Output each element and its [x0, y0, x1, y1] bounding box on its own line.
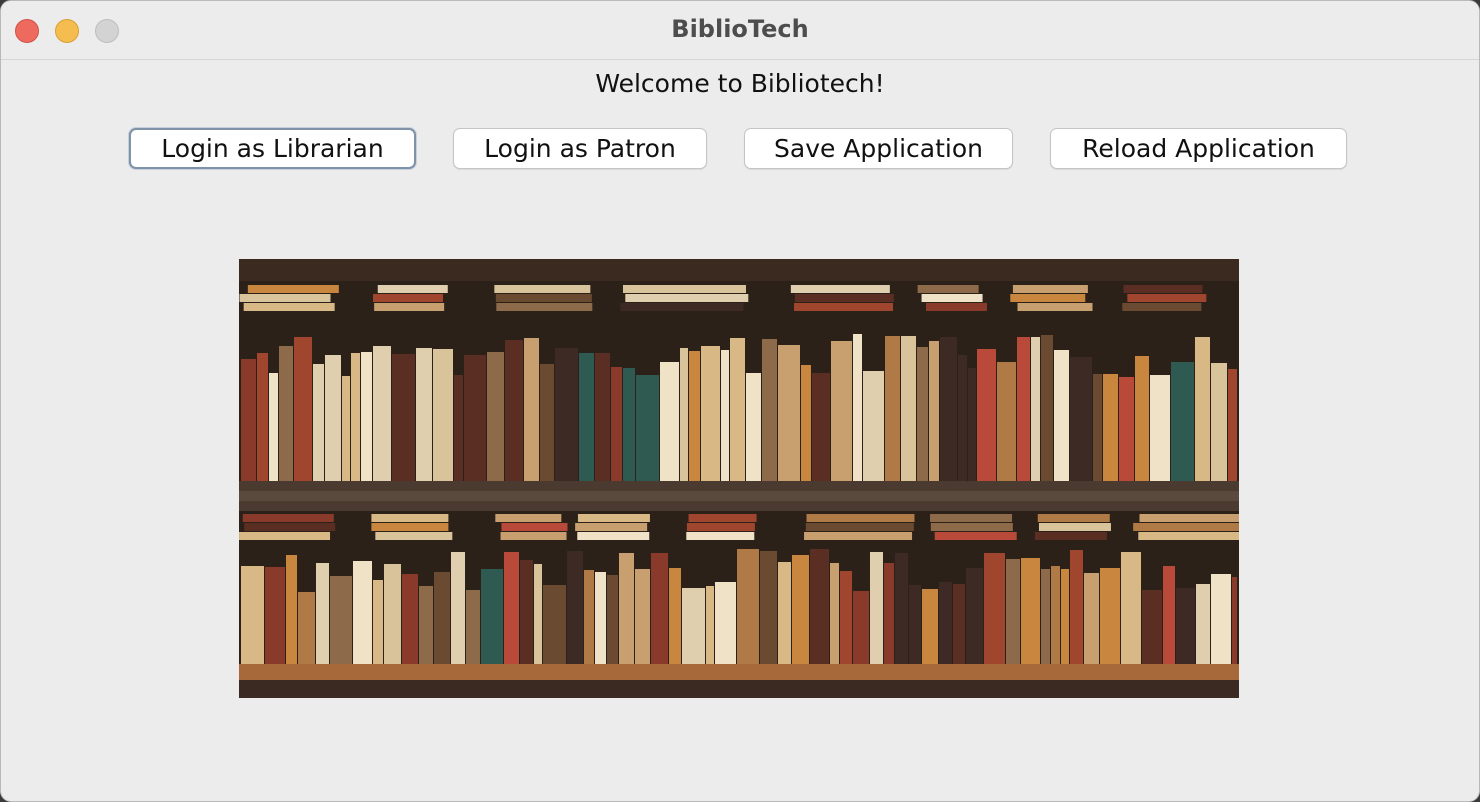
title-bar: BiblioTech	[1, 1, 1479, 60]
reload-application-button[interactable]: Reload Application	[1050, 128, 1347, 169]
login-patron-button[interactable]: Login as Patron	[453, 128, 707, 169]
app-window: BiblioTech Welcome to Bibliotech! Login …	[0, 0, 1480, 802]
save-application-button[interactable]: Save Application	[744, 128, 1013, 169]
login-librarian-button[interactable]: Login as Librarian	[129, 128, 416, 169]
bookshelf-image	[239, 259, 1239, 698]
welcome-label: Welcome to Bibliotech!	[595, 69, 885, 98]
window-title: BiblioTech	[671, 15, 809, 43]
